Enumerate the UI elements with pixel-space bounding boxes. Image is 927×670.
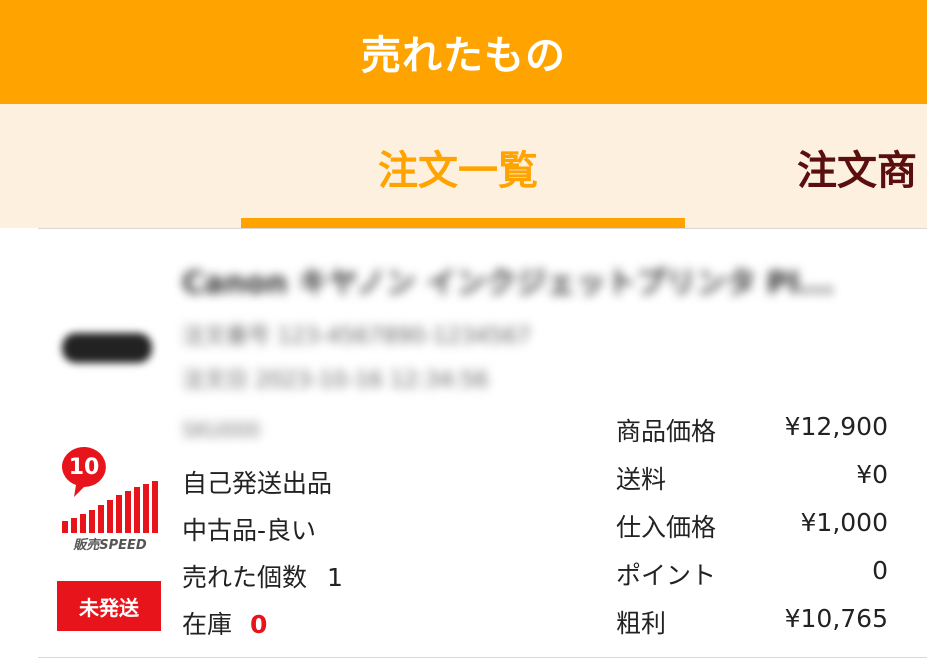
stock-value: 0 bbox=[250, 610, 268, 639]
price-label-item: 商品価格 bbox=[616, 417, 717, 446]
price-value-points: 0 bbox=[872, 556, 888, 585]
sold-count-label: 売れた個数 bbox=[182, 563, 308, 592]
item-condition: 中古品-良い bbox=[182, 516, 317, 545]
sold-count-value: 1 bbox=[327, 563, 343, 592]
status-badge: 未発送 bbox=[57, 581, 161, 631]
price-value-item: ¥12,900 bbox=[784, 412, 888, 441]
sold-count-row: 売れた個数 1 bbox=[182, 558, 343, 594]
page-title: 売れたもの bbox=[361, 33, 566, 79]
price-label-shipping: 送料 bbox=[616, 465, 667, 494]
tab-bar: 注文一覧 注文商 bbox=[0, 104, 927, 228]
price-value-profit: ¥10,765 bbox=[784, 604, 888, 633]
logo-number: 10 bbox=[69, 455, 100, 480]
price-label-profit: 粗利 bbox=[616, 609, 667, 638]
divider bbox=[38, 657, 927, 658]
tab-order-items[interactable]: 注文商 bbox=[797, 138, 917, 196]
price-label-points: ポイント bbox=[616, 561, 717, 590]
product-thumbnail bbox=[62, 333, 152, 363]
divider bbox=[38, 228, 927, 229]
price-value-shipping: ¥0 bbox=[856, 460, 888, 489]
order-date: 注文日 2023-10-16 12:34:56 bbox=[182, 368, 489, 393]
shipping-method: 自己発送出品 bbox=[182, 469, 333, 498]
order-number: 注文番号 123-4567890-1234567 bbox=[182, 324, 531, 349]
price-label-cost: 仕入価格 bbox=[616, 513, 717, 542]
hanbai-speed-logo-icon: 10 販売SPEED bbox=[61, 447, 158, 553]
app-header: 売れたもの bbox=[0, 0, 927, 104]
logo-text: 販売SPEED bbox=[72, 537, 147, 553]
sku: SKU000 bbox=[182, 418, 261, 442]
tab-order-list[interactable]: 注文一覧 bbox=[378, 138, 538, 196]
product-title: Canon キヤノン インクジェットプリンタ PI... bbox=[182, 266, 834, 301]
stock-label: 在庫 bbox=[182, 610, 233, 639]
price-value-cost: ¥1,000 bbox=[800, 508, 888, 537]
stock-row: 在庫 0 bbox=[182, 605, 267, 641]
active-tab-indicator bbox=[241, 218, 685, 228]
